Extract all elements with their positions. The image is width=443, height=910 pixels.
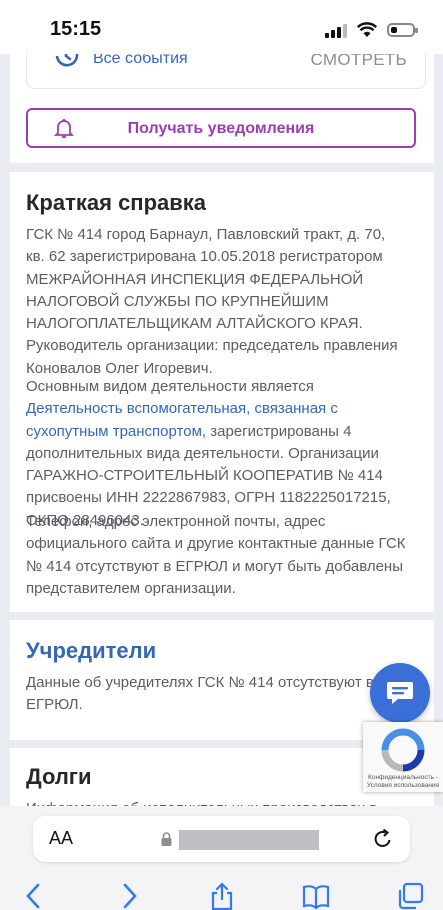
recaptcha-terms-text[interactable]: Конфиденциальность - Условия использован… bbox=[363, 774, 443, 790]
address-bar[interactable]: AA bbox=[33, 816, 410, 862]
chat-button[interactable] bbox=[370, 663, 430, 723]
recaptcha-badge[interactable]: Конфиденциальность - Условия использован… bbox=[363, 722, 443, 792]
summary-card: Краткая справка ГСК № 414 город Барнаул,… bbox=[10, 172, 434, 612]
battery-icon bbox=[387, 23, 418, 37]
forward-icon[interactable] bbox=[115, 882, 143, 910]
browser-bottom-bar: AA bbox=[0, 806, 443, 910]
text-size-button[interactable]: AA bbox=[49, 828, 73, 849]
debts-title: Долги bbox=[26, 764, 92, 789]
tabs-icon[interactable] bbox=[396, 882, 424, 910]
back-icon[interactable] bbox=[20, 882, 48, 910]
share-icon[interactable] bbox=[208, 882, 236, 910]
summary-activity-text: Основным видом деятельности является Дея… bbox=[26, 376, 406, 532]
chat-bubble-icon bbox=[387, 682, 413, 704]
summary-registration-text: ГСК № 414 город Барнаул, Павловский трак… bbox=[26, 226, 398, 377]
url-redacted bbox=[179, 830, 319, 850]
lock-icon bbox=[161, 832, 172, 846]
founders-title[interactable]: Учредители bbox=[26, 638, 156, 664]
subscribe-notifications-button[interactable]: Получать уведомления bbox=[26, 108, 416, 148]
bookmarks-icon[interactable] bbox=[302, 882, 330, 910]
browser-toolbar bbox=[0, 882, 443, 910]
reload-icon[interactable] bbox=[372, 828, 394, 850]
summary-contacts-text: Телефон, адрес электронной почты, адрес … bbox=[26, 513, 406, 597]
recaptcha-logo-icon bbox=[381, 728, 425, 772]
wifi-icon bbox=[357, 22, 377, 37]
status-time: 15:15 bbox=[50, 18, 102, 40]
activity-text-start: Основным видом деятельности является bbox=[26, 378, 314, 395]
cellular-signal-icon bbox=[325, 22, 347, 38]
founders-text: Данные об учредителях ГСК № 414 отсутств… bbox=[26, 674, 374, 714]
summary-title: Краткая справка bbox=[26, 190, 207, 215]
subscribe-notifications-label: Получать уведомления bbox=[127, 120, 315, 137]
status-bar: 15:15 bbox=[0, 0, 443, 54]
status-icons bbox=[325, 20, 418, 40]
